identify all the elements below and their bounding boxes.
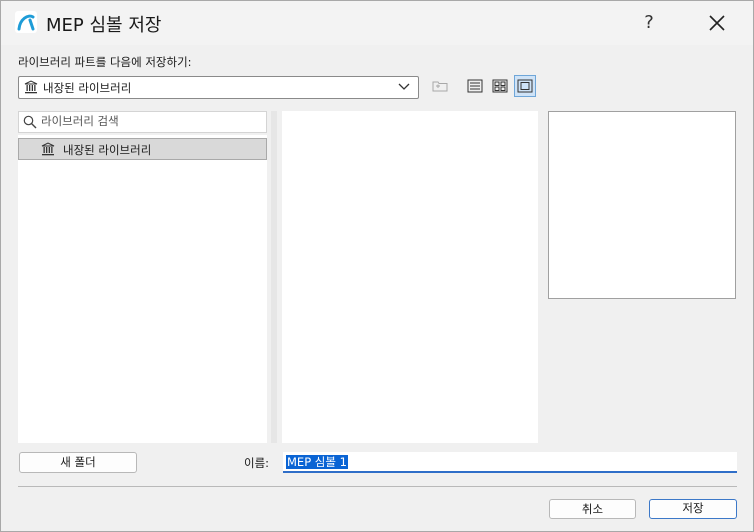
save-location-dropdown[interactable]: 내장된 라이브러리 [18, 76, 419, 99]
library-icon [41, 142, 55, 156]
title-bar: MEP 심볼 저장 ? [1, 1, 753, 45]
close-icon [709, 15, 725, 31]
library-contents-panel[interactable] [282, 111, 538, 443]
new-folder-icon [432, 81, 448, 92]
close-button[interactable] [697, 7, 737, 39]
list-view-button[interactable] [464, 75, 486, 97]
panel-splitter[interactable] [271, 111, 277, 443]
list-view-icon [467, 79, 483, 93]
preview-view-icon [517, 79, 533, 93]
grid-view-icon [492, 79, 508, 93]
save-location-value: 내장된 라이브러리 [43, 81, 132, 95]
preview-panel [548, 111, 736, 299]
save-location-label: 라이브러리 파트를 다음에 저장하기: [18, 55, 192, 69]
chevron-down-icon [398, 83, 410, 90]
new-folder-button[interactable] [429, 75, 451, 97]
name-label: 이름: [244, 456, 270, 470]
cancel-button[interactable]: 취소 [549, 499, 636, 519]
help-button[interactable]: ? [629, 7, 669, 39]
archicad-logo-icon [15, 11, 37, 33]
grid-view-button[interactable] [489, 75, 511, 97]
save-mep-symbol-dialog: MEP 심볼 저장 ? 라이브러리 파트를 다음에 저장하기: 내장된 라이브러… [0, 0, 754, 532]
library-icon [24, 80, 38, 94]
tree-item-embedded-library[interactable]: 내장된 라이브러리 [18, 138, 267, 160]
save-button[interactable]: 저장 [649, 499, 737, 519]
dialog-title: MEP 심볼 저장 [46, 15, 162, 36]
new-folder-text-button[interactable]: 새 폴더 [19, 452, 137, 473]
library-search[interactable] [18, 111, 267, 133]
tree-item-label: 내장된 라이브러리 [63, 143, 152, 157]
preview-view-button[interactable] [514, 75, 536, 97]
name-input-value: MEP 심볼 1 [286, 455, 348, 469]
name-input[interactable]: MEP 심볼 1 [283, 452, 737, 473]
library-tree: 내장된 라이브러리 [18, 135, 267, 443]
footer-divider [18, 486, 737, 487]
library-search-input[interactable] [41, 113, 259, 129]
search-icon [23, 115, 37, 129]
